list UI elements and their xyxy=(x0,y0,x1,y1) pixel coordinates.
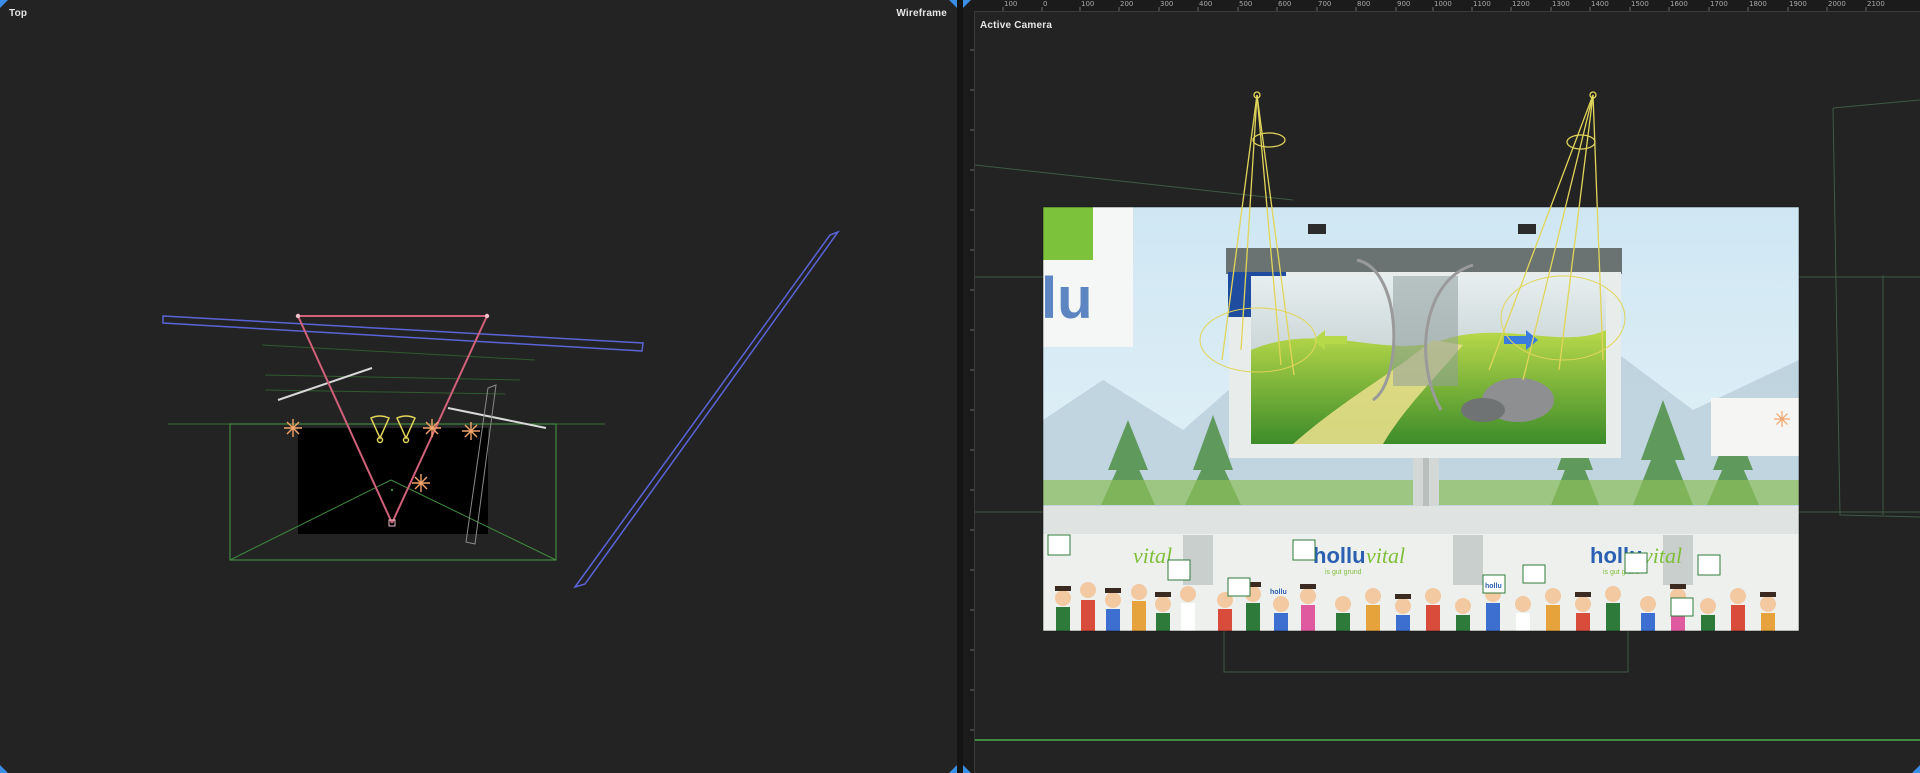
viewport-corner-marker xyxy=(949,765,957,773)
viewport-corner-marker xyxy=(0,0,8,8)
side-banner-text: lu xyxy=(1041,266,1093,331)
billboard-top-beam xyxy=(1226,248,1622,274)
viewport-corner-marker xyxy=(0,765,8,773)
viewport-corner-marker xyxy=(949,0,957,8)
camera-view-scene: lu hollu vital is gut grund hollu vital … xyxy=(963,0,1920,773)
banner-brand-accent: vital xyxy=(1366,543,1405,568)
viewport-corner-marker xyxy=(1912,765,1920,773)
viewport-corner-marker xyxy=(963,765,971,773)
banner-brand-accent: vital xyxy=(1643,543,1682,568)
white-plane-wire[interactable] xyxy=(277,367,373,401)
ruler-ticks-left xyxy=(970,49,974,731)
top-view-wireframe xyxy=(0,0,957,773)
viewport-corner-marker xyxy=(963,0,971,8)
top-viewport[interactable]: Top Wireframe xyxy=(0,0,957,773)
ruler-ticks-top xyxy=(1002,7,1867,11)
side-plane-wire[interactable] xyxy=(573,230,841,589)
flag-label: hollu xyxy=(1270,589,1287,596)
ground-grid-lines xyxy=(261,344,536,395)
pivot-dot xyxy=(390,488,394,492)
banner-tagline: is gut grund xyxy=(1325,569,1362,576)
active-camera-viewport[interactable]: 100 0 100 200 300 400 500 600 700 800 90… xyxy=(963,0,1920,773)
flag-label: hollu xyxy=(1485,583,1502,590)
white-plane-wire[interactable] xyxy=(447,407,547,429)
render-preview[interactable]: lu hollu vital is gut grund hollu vital … xyxy=(1041,206,1800,632)
background-plane-wire[interactable] xyxy=(162,315,644,352)
banner-brand-accent: vital xyxy=(1133,543,1172,568)
banner-brand: hollu xyxy=(1313,543,1366,568)
